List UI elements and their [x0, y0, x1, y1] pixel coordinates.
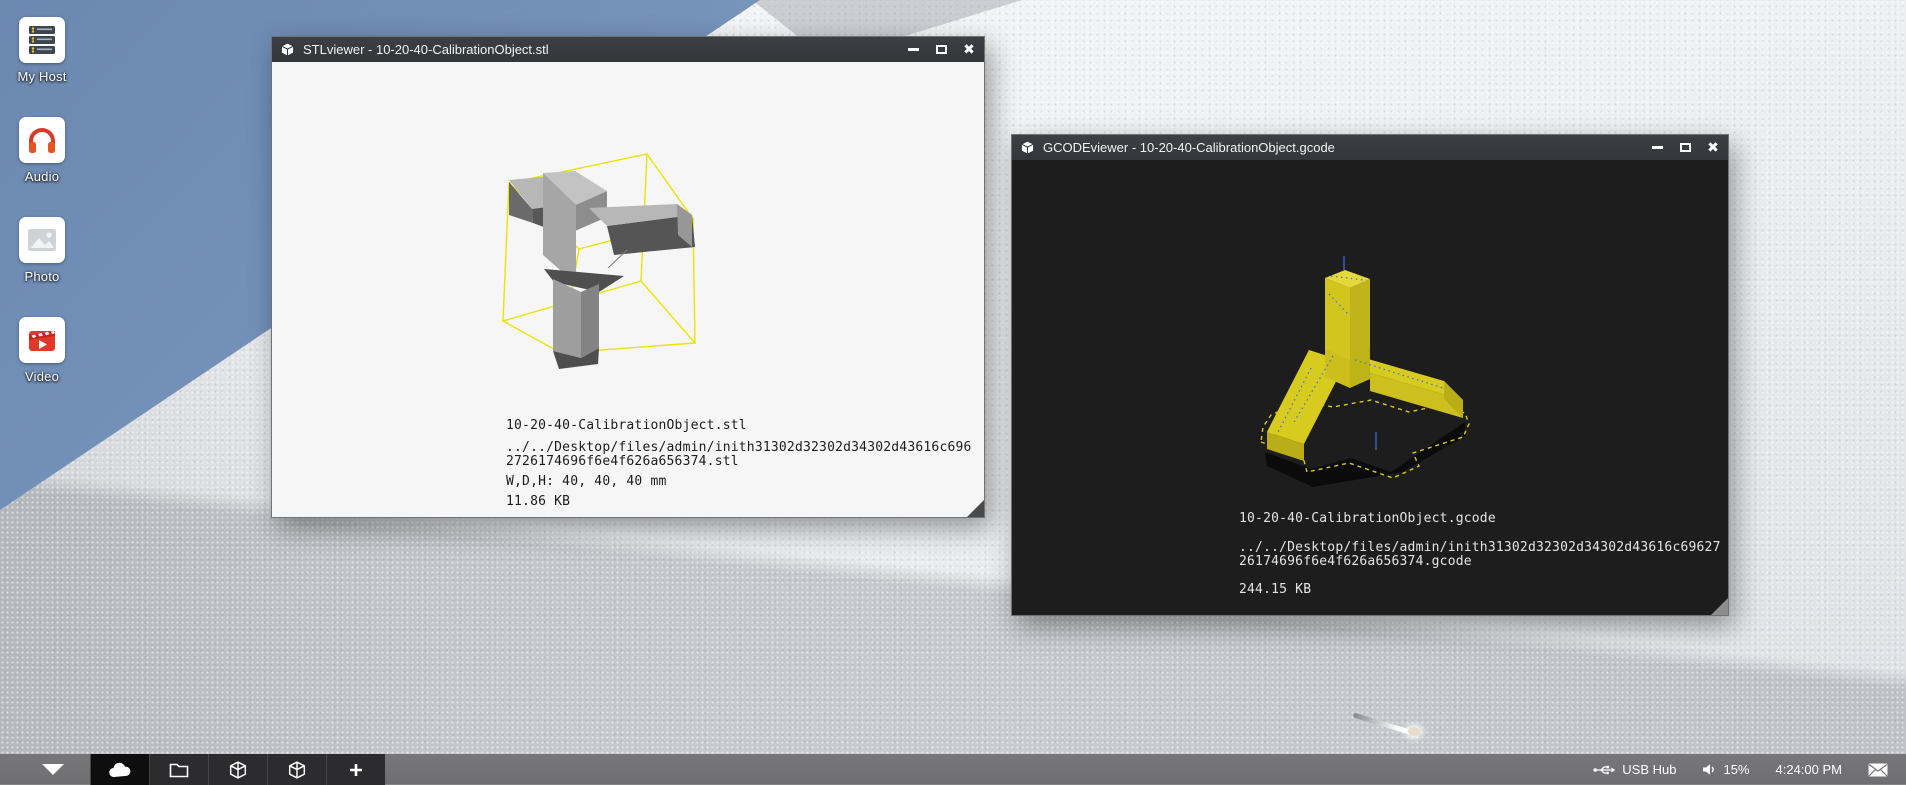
window-title: GCODEviewer - 10-20-40-CalibrationObject… — [1043, 140, 1642, 155]
volume-label: 15% — [1723, 762, 1749, 777]
stl-filename: 10-20-40-CalibrationObject.stl — [506, 419, 747, 433]
close-icon: ✖ — [963, 43, 975, 57]
system-tray: USB Hub 15% 4:24:00 PM — [1593, 754, 1888, 785]
clock-label: 4:24:00 PM — [1776, 762, 1843, 777]
cube-icon — [288, 761, 306, 779]
wallpaper-twig-knob — [1408, 727, 1420, 736]
minimize-icon — [908, 48, 919, 51]
stl-3d-render — [481, 151, 721, 381]
stl-filepath-line1: ../../Desktop/files/admin/inith31302d323… — [506, 441, 984, 455]
maximize-button[interactable] — [934, 43, 948, 57]
taskbar-button-gcode-viewer[interactable] — [267, 754, 326, 785]
server-icon — [19, 17, 65, 63]
gcode-filesize: 244.15 KB — [1239, 583, 1311, 597]
resize-grip[interactable] — [1711, 598, 1728, 615]
desktop-icon-audio[interactable]: Audio — [0, 117, 84, 184]
desktop-icon-my-host[interactable]: My Host — [0, 17, 84, 84]
taskbar-button-cloud[interactable] — [90, 754, 149, 785]
minimize-button[interactable] — [906, 43, 920, 57]
speaker-icon — [1702, 763, 1716, 776]
desktop-icon-video[interactable]: Video — [0, 317, 84, 384]
maximize-icon — [1680, 143, 1691, 152]
stl-viewport[interactable]: 10-20-40-CalibrationObject.stl ../../Des… — [272, 62, 984, 517]
close-button[interactable]: ✖ — [1706, 141, 1720, 155]
taskbar-expand-chevron-icon[interactable] — [42, 764, 64, 775]
taskbar-button-add[interactable] — [326, 754, 385, 785]
taskbar-button-files[interactable] — [149, 754, 208, 785]
usb-hub-label: USB Hub — [1622, 762, 1676, 777]
desktop-icon-photo[interactable]: Photo — [0, 217, 84, 284]
stl-filepath-line2: 2726174696f6e4f626a656374.stl — [506, 455, 984, 469]
gcode-3d-render — [1251, 256, 1501, 491]
minimize-icon — [1652, 146, 1663, 149]
usb-icon — [1593, 764, 1615, 776]
desktop-icon-label: Photo — [0, 269, 84, 284]
gcode-filename: 10-20-40-CalibrationObject.gcode — [1239, 512, 1496, 526]
cube-icon — [229, 761, 247, 779]
gcode-filepath-line1: ../../Desktop/files/admin/inith31302d323… — [1239, 541, 1728, 555]
desktop-icon-label: Video — [0, 369, 84, 384]
resize-grip[interactable] — [967, 500, 984, 517]
stl-filepath: ../../Desktop/files/admin/inith31302d323… — [506, 441, 984, 469]
cloud-icon — [107, 761, 133, 779]
envelope-icon — [1868, 763, 1888, 777]
gcode-viewer-window: GCODEviewer - 10-20-40-CalibrationObject… — [1011, 134, 1729, 616]
desktop-screen: My Host Audio Photo — [0, 0, 1906, 785]
stl-dimensions: W,D,H: 40, 40, 40 mm — [506, 475, 667, 489]
gcode-filepath-line2: 26174696f6e4f626a656374.gcode — [1239, 555, 1728, 569]
notifications-button[interactable] — [1868, 763, 1888, 777]
gcode-object — [1267, 270, 1463, 461]
maximize-button[interactable] — [1678, 141, 1692, 155]
cube-icon — [1020, 140, 1035, 155]
gcode-viewport[interactable]: 10-20-40-CalibrationObject.gcode ../../D… — [1012, 160, 1728, 615]
taskbar-button-stl-viewer[interactable] — [208, 754, 267, 785]
photo-icon — [19, 217, 65, 263]
clock[interactable]: 4:24:00 PM — [1776, 762, 1843, 777]
desktop-icon-label: Audio — [0, 169, 84, 184]
close-button[interactable]: ✖ — [962, 43, 976, 57]
gcode-titlebar[interactable]: GCODEviewer - 10-20-40-CalibrationObject… — [1012, 135, 1728, 160]
volume-indicator[interactable]: 15% — [1702, 762, 1749, 777]
video-icon — [19, 317, 65, 363]
plus-icon — [348, 762, 364, 778]
usb-hub-indicator[interactable]: USB Hub — [1593, 762, 1676, 777]
taskbar: USB Hub 15% 4:24:00 PM — [0, 754, 1906, 785]
cube-icon — [280, 42, 295, 57]
maximize-icon — [936, 45, 947, 54]
stl-filesize: 11.86 KB — [506, 495, 570, 509]
folder-icon — [169, 762, 189, 778]
stl-viewer-window: STLviewer - 10-20-40-CalibrationObject.s… — [271, 36, 985, 518]
taskbar-buttons — [90, 754, 385, 785]
minimize-button[interactable] — [1650, 141, 1664, 155]
desktop-icon-label: My Host — [0, 69, 84, 84]
close-icon: ✖ — [1707, 141, 1719, 155]
gcode-filepath: ../../Desktop/files/admin/inith31302d323… — [1239, 541, 1728, 569]
window-title: STLviewer - 10-20-40-CalibrationObject.s… — [303, 42, 898, 57]
headphones-icon — [19, 117, 65, 163]
stl-titlebar[interactable]: STLviewer - 10-20-40-CalibrationObject.s… — [272, 37, 984, 62]
